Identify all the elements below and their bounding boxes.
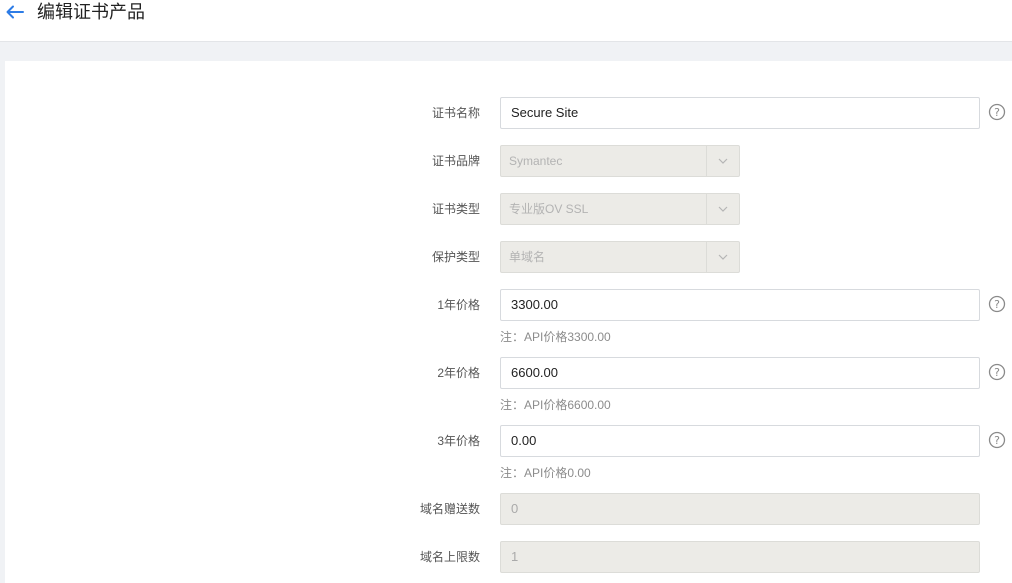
price-3y-label: 3年价格 [437,434,480,448]
svg-text:?: ? [994,366,1000,379]
chevron-down-icon [706,194,739,224]
help-icon[interactable]: ? [988,295,1006,313]
cert-type-value: 专业版OV SSL [509,202,589,216]
form-panel: 证书名称 Secure Site ? 证书品牌 Symantec 证书类型 专业… [5,61,1012,583]
arrow-left-icon [6,5,24,19]
domain-gift-input[interactable]: 0 [500,493,980,525]
price-1y-note: 注：API价格3300.00 [500,330,611,344]
cert-type-label: 证书类型 [431,202,480,216]
help-icon[interactable]: ? [988,363,1006,381]
cert-brand-select[interactable]: Symantec [500,145,740,177]
help-icon[interactable]: ? [988,431,1006,449]
chevron-down-icon [706,242,739,272]
protect-type-select[interactable]: 单域名 [500,241,740,273]
protect-type-label: 保护类型 [431,250,480,264]
price-2y-label: 2年价格 [437,366,480,380]
price-3y-input[interactable]: 0.00 [500,425,980,457]
price-1y-label: 1年价格 [437,298,480,312]
help-icon[interactable]: ? [988,103,1006,121]
cert-brand-label: 证书品牌 [431,154,480,168]
cert-type-select[interactable]: 专业版OV SSL [500,193,740,225]
cert-name-label: 证书名称 [431,106,480,120]
cert-brand-value: Symantec [509,154,563,168]
page-header: 编辑证书产品 [0,0,1012,42]
back-button[interactable] [4,0,26,25]
price-3y-note: 注：API价格0.00 [500,466,591,480]
page-title: 编辑证书产品 [37,2,145,22]
chevron-down-icon [706,146,739,176]
svg-text:?: ? [994,106,1000,119]
svg-text:?: ? [994,298,1000,311]
price-2y-input[interactable]: 6600.00 [500,357,980,389]
price-1y-input[interactable]: 3300.00 [500,289,980,321]
domain-limit-input[interactable]: 1 [500,541,980,573]
cert-name-input[interactable]: Secure Site [500,97,980,129]
price-2y-note: 注：API价格6600.00 [500,398,611,412]
domain-gift-label: 域名赠送数 [419,502,480,516]
domain-limit-label: 域名上限数 [419,550,480,564]
protect-type-value: 单域名 [509,250,546,264]
svg-text:?: ? [994,434,1000,447]
